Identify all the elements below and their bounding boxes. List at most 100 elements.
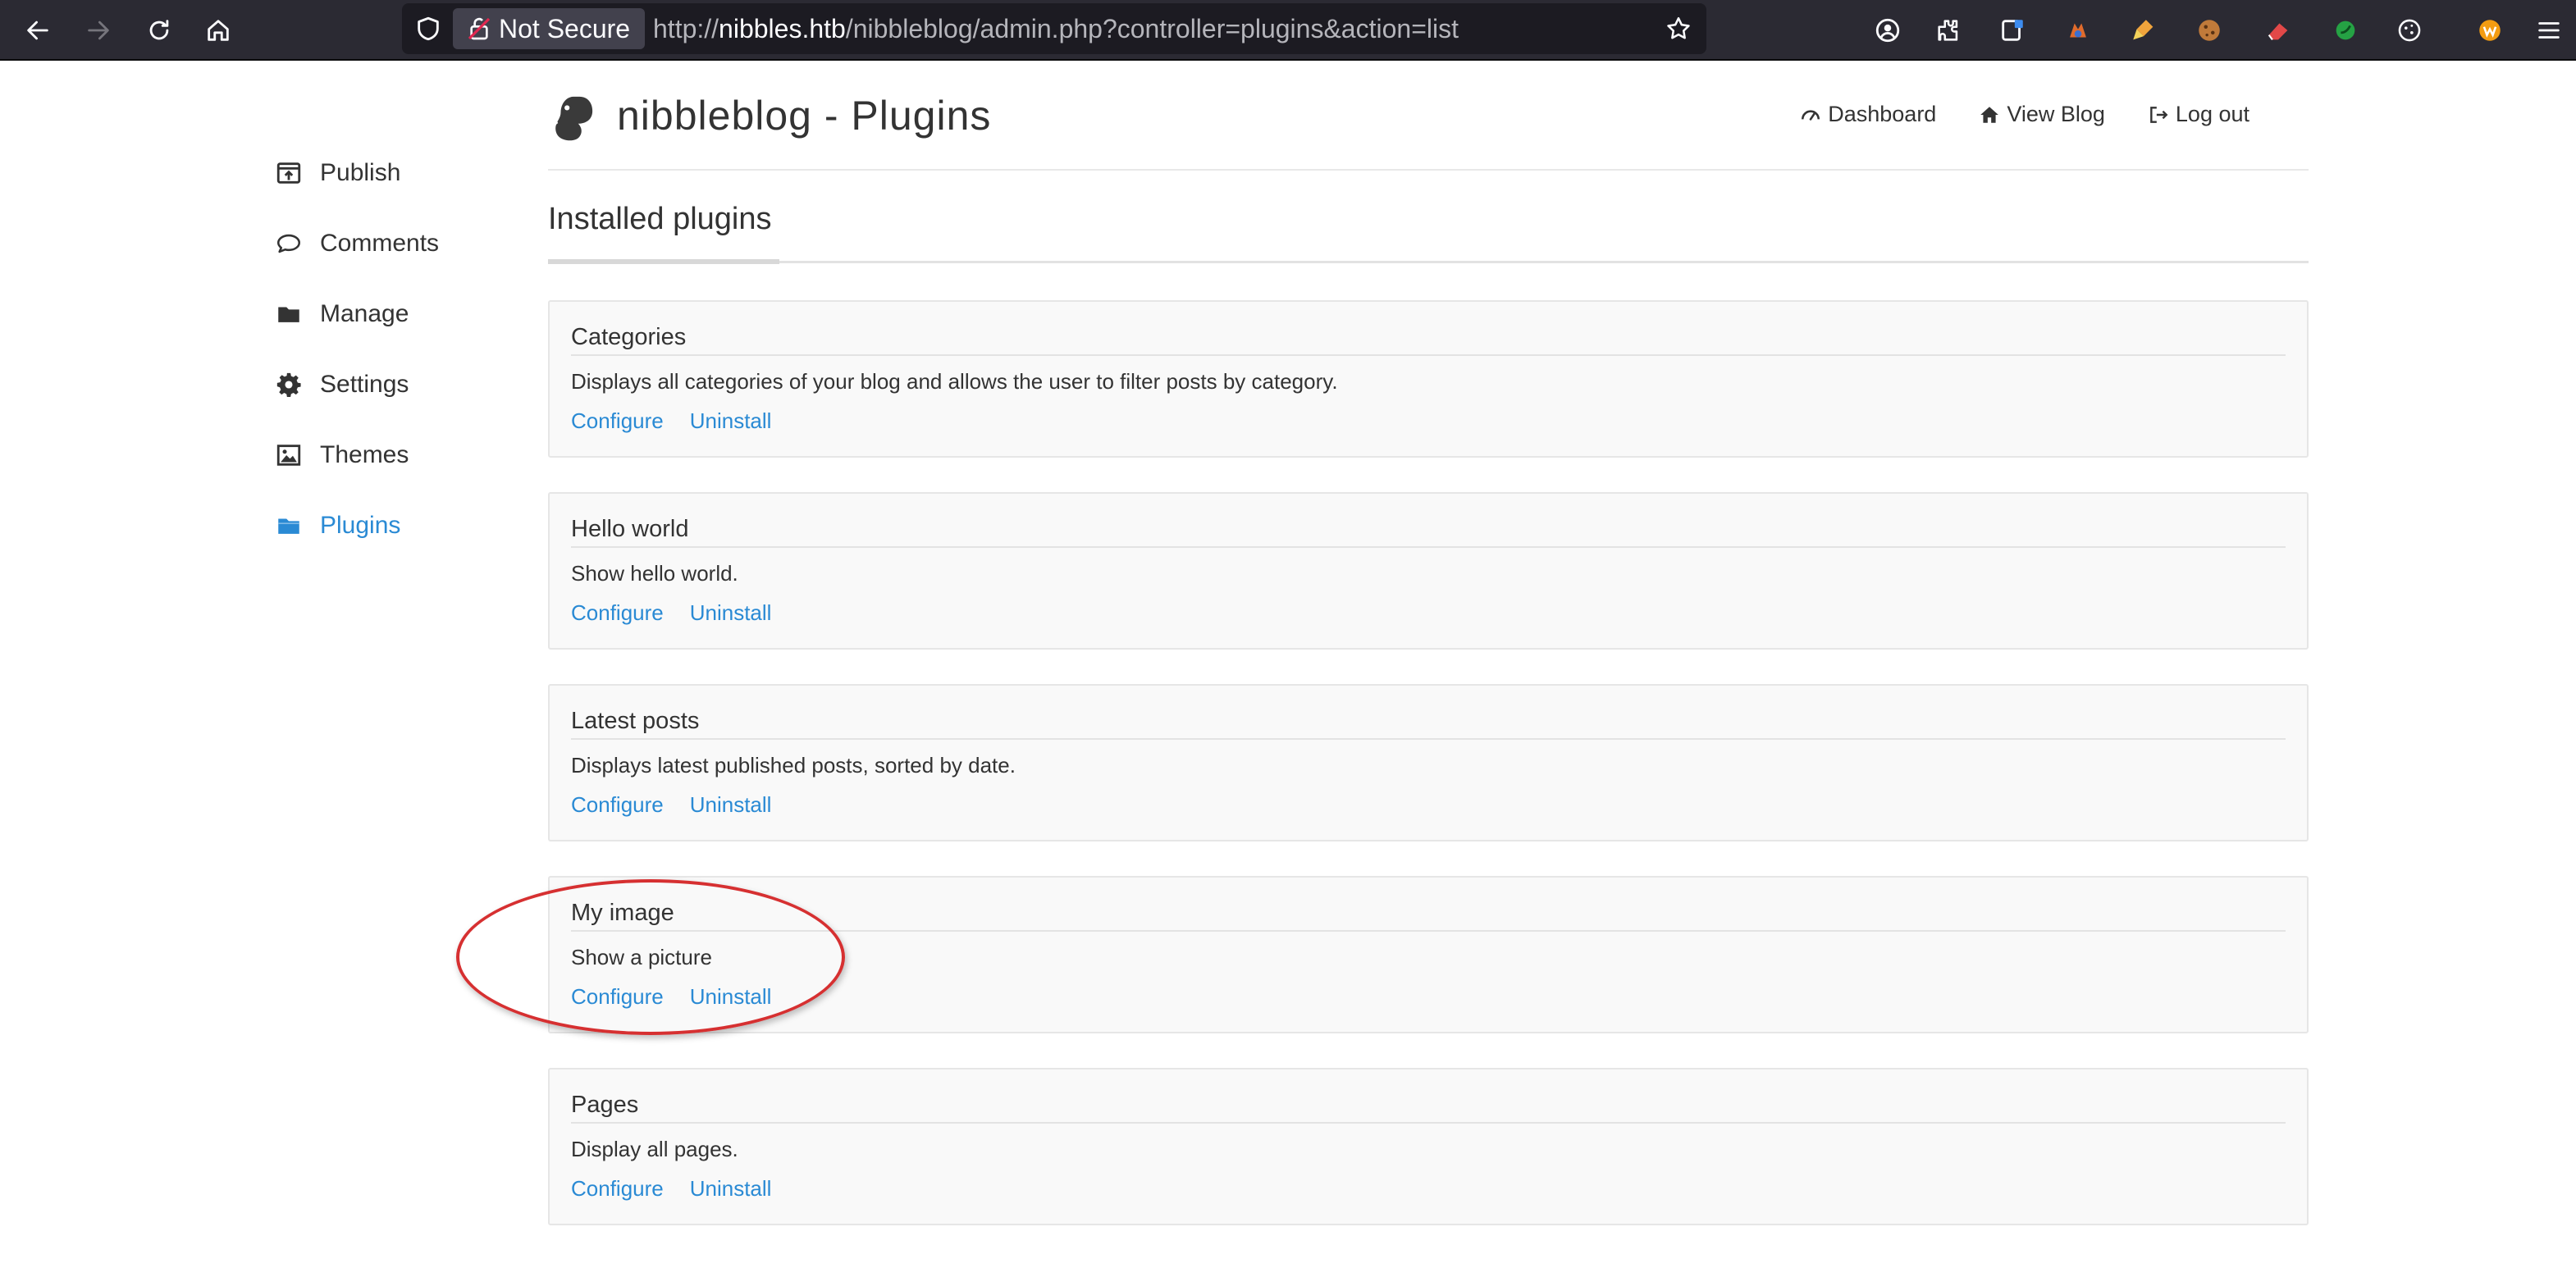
- bookmark-button[interactable]: [1660, 11, 1697, 47]
- sidebar-item-label: Settings: [320, 371, 409, 398]
- folder-open-icon: [274, 511, 304, 540]
- broom-icon: [2133, 20, 2154, 40]
- highlight-ellipse-annotation: [456, 879, 845, 1035]
- plugin-actions: Configure Uninstall: [571, 408, 771, 434]
- cookie-icon: [2199, 20, 2220, 41]
- dashboard-gauge-icon: [1802, 109, 1820, 121]
- url-bar[interactable]: Not Secure http://nibbles.htb/nibbleblog…: [402, 3, 1706, 54]
- url-prefix: http://: [653, 14, 719, 43]
- plugin-name: Pages: [571, 1088, 2286, 1124]
- extension-cookie-button[interactable]: [2189, 10, 2230, 51]
- account-button[interactable]: [1867, 10, 1908, 51]
- url-text[interactable]: http://nibbles.htb/nibbleblog/admin.php?…: [653, 3, 1459, 54]
- hamburger-menu-icon: [2538, 22, 2560, 39]
- leaf-icon: [2336, 21, 2355, 40]
- plugin-description: Displays all categories of your blog and…: [571, 369, 1338, 394]
- forward-button[interactable]: [77, 9, 120, 52]
- view-blog-link[interactable]: View Blog: [1979, 102, 2105, 127]
- image-icon: [274, 440, 304, 470]
- publish-icon: [274, 158, 304, 188]
- url-path: /nibbleblog/admin.php?controller=plugins…: [845, 14, 1459, 43]
- sidebar-item-comments[interactable]: Comments: [274, 208, 520, 279]
- plugin-description: Displays latest published posts, sorted …: [571, 753, 1016, 778]
- configure-link[interactable]: Configure: [571, 792, 664, 818]
- section-divider: [548, 259, 2309, 264]
- logout-label: Log out: [2175, 102, 2249, 126]
- sidebar-item-manage[interactable]: Manage: [274, 279, 520, 349]
- nibbleblog-squirrel-logo-icon: [552, 96, 593, 141]
- account-icon: [1875, 18, 1900, 43]
- plugin-actions: Configure Uninstall: [571, 600, 771, 626]
- extension-container-button[interactable]: [1992, 10, 2033, 51]
- section-tab-underline: [548, 259, 779, 264]
- star-icon: [1667, 16, 1690, 39]
- menu-button[interactable]: [2528, 10, 2569, 51]
- plugin-card-categories: Categories Displays all categories of yo…: [548, 300, 2309, 458]
- plugin-card-latest-posts: Latest posts Displays latest published p…: [548, 684, 2309, 841]
- plugin-card-pages: Pages Display all pages. Configure Unins…: [548, 1068, 2309, 1225]
- tracking-protection-button[interactable]: [410, 11, 446, 47]
- sidebar-item-label: Themes: [320, 441, 409, 468]
- sidebar-item-themes[interactable]: Themes: [274, 420, 520, 490]
- shield-icon: [418, 16, 439, 41]
- gear-icon: [274, 370, 304, 399]
- dashboard-link[interactable]: Dashboard: [1800, 102, 1936, 127]
- plugin-card-hello-world: Hello world Show hello world. Configure …: [548, 492, 2309, 650]
- arrow-right-icon: [88, 21, 109, 40]
- extension-wappalyzer-button[interactable]: [2469, 10, 2510, 51]
- security-label: Not Secure: [499, 13, 631, 43]
- reload-button[interactable]: [138, 9, 180, 52]
- puzzle-icon: [1938, 20, 1958, 41]
- plugin-description: Display all pages.: [571, 1137, 738, 1161]
- uninstall-link[interactable]: Uninstall: [690, 792, 772, 818]
- reload-icon: [149, 20, 169, 40]
- admin-sidebar: Publish Comments Manage Settings Themes …: [274, 138, 520, 561]
- extension-foxy-button[interactable]: [2058, 10, 2099, 51]
- sidebar-item-label: Plugins: [320, 512, 401, 539]
- plugin-actions: Configure Uninstall: [571, 1176, 771, 1202]
- browser-toolbar: Not Secure http://nibbles.htb/nibbleblog…: [0, 0, 2576, 61]
- top-nav: Dashboard View Blog Log out: [1800, 102, 2249, 127]
- page-header: nibbleblog - Plugins Dashboard View Blog…: [548, 82, 2309, 171]
- sidebar-item-label: Manage: [320, 300, 409, 327]
- configure-link[interactable]: Configure: [571, 1176, 664, 1202]
- extension-eraser-button[interactable]: [2258, 10, 2299, 51]
- sidebar-item-label: Publish: [320, 159, 401, 186]
- plugin-description: Show hello world.: [571, 561, 738, 586]
- page-title: nibbleblog - Plugins: [617, 93, 992, 139]
- comment-icon: [274, 229, 304, 258]
- section-title: Installed plugins: [548, 202, 772, 236]
- sidebar-item-plugins[interactable]: Plugins: [274, 490, 520, 561]
- uninstall-link[interactable]: Uninstall: [690, 1176, 772, 1202]
- sidebar-item-publish[interactable]: Publish: [274, 138, 520, 208]
- plugin-name: Categories: [571, 320, 2286, 356]
- extension-cookie-outline-button[interactable]: [2389, 10, 2430, 51]
- uninstall-link[interactable]: Uninstall: [690, 408, 772, 434]
- wappalyzer-icon: [2479, 20, 2501, 41]
- plugin-name: Latest posts: [571, 704, 2286, 740]
- uninstall-link[interactable]: Uninstall: [690, 600, 772, 626]
- logout-link[interactable]: Log out: [2148, 102, 2249, 127]
- url-host: nibbles.htb: [719, 14, 846, 43]
- folder-icon: [274, 299, 304, 329]
- plugin-actions: Configure Uninstall: [571, 792, 771, 818]
- sidebar-item-settings[interactable]: Settings: [274, 349, 520, 420]
- not-secure-badge[interactable]: Not Secure: [453, 8, 646, 49]
- fox-icon: [2070, 23, 2086, 38]
- dashboard-label: Dashboard: [1828, 102, 1937, 126]
- home-icon: [208, 20, 229, 41]
- configure-link[interactable]: Configure: [571, 408, 664, 434]
- eraser-icon: [2268, 23, 2288, 40]
- home-icon: [1980, 106, 1999, 123]
- home-button[interactable]: [197, 9, 240, 52]
- view-blog-label: View Blog: [2007, 102, 2105, 126]
- broken-lock-icon: [468, 17, 491, 40]
- extension-green-button[interactable]: [2325, 10, 2366, 51]
- extension-hack-button[interactable]: [2123, 10, 2164, 51]
- extensions-button[interactable]: [1928, 10, 1969, 51]
- container-icon: [2002, 20, 2023, 41]
- back-button[interactable]: [16, 9, 59, 52]
- logout-icon: [2150, 106, 2168, 123]
- cookie-outline-icon: [2398, 19, 2421, 42]
- configure-link[interactable]: Configure: [571, 600, 664, 626]
